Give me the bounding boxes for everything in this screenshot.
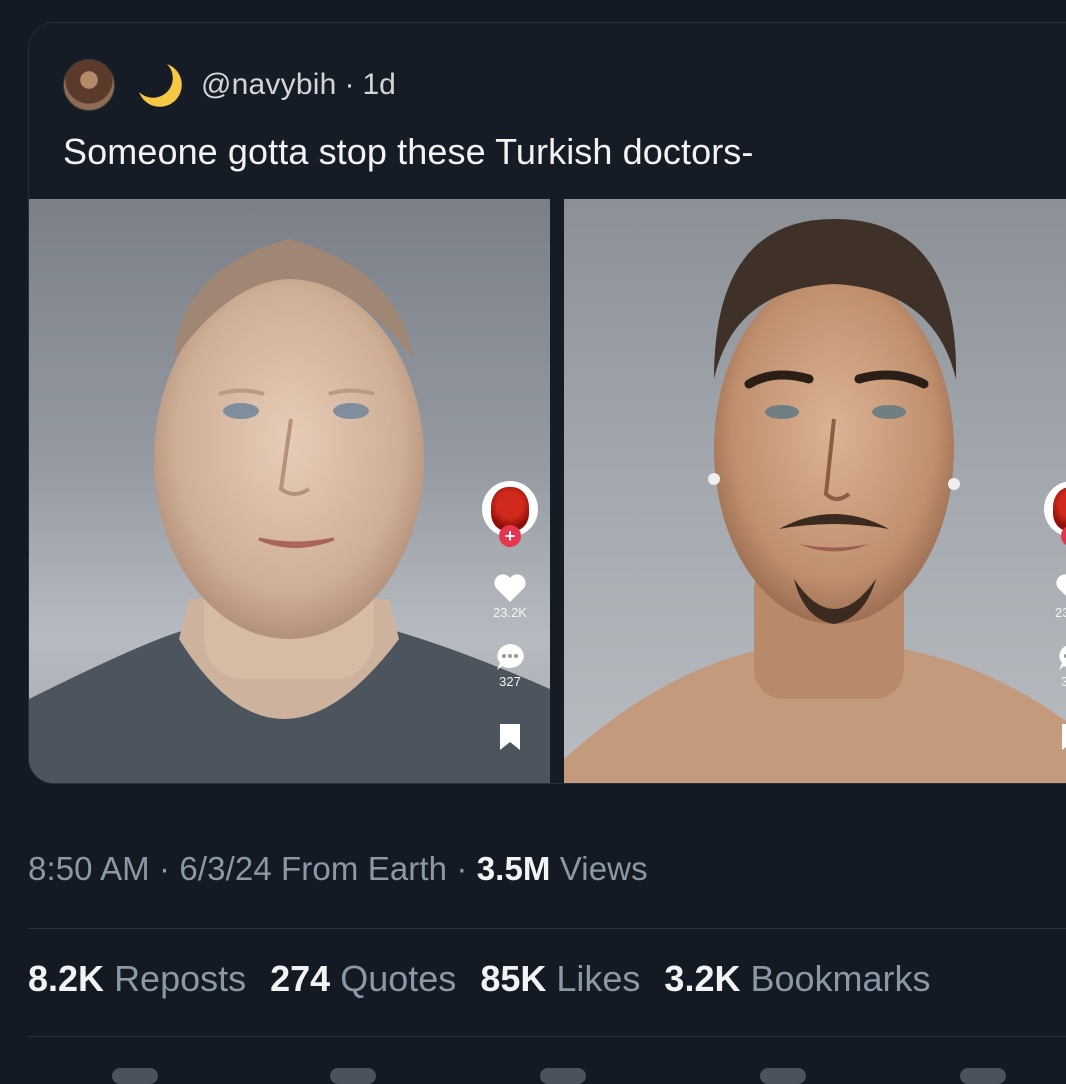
media-divider <box>550 199 564 783</box>
tweet-source: From Earth <box>271 850 448 887</box>
tweet-header: @navybih · 1d <box>63 57 396 113</box>
before-face-illustration <box>29 239 550 783</box>
creator-avatar[interactable]: + <box>1044 481 1066 547</box>
divider-line <box>28 928 1066 929</box>
comment-icon[interactable] <box>494 642 526 672</box>
comment-count: 327 <box>499 674 521 689</box>
share-icon[interactable] <box>960 1068 1006 1084</box>
creator-avatar[interactable]: + <box>482 481 538 547</box>
tweet-text: Someone gotta stop these Turkish doctors… <box>63 131 754 172</box>
crescent-moon-icon <box>131 58 185 112</box>
follow-plus-icon[interactable]: + <box>499 525 521 547</box>
tiktok-side-actions: + 23.2K 327 <box>475 481 545 751</box>
views-label: Views <box>550 850 648 887</box>
tweet-date[interactable]: 6/3/24 <box>179 850 271 887</box>
tweet-metadata: 8:50 AM · 6/3/24 From Earth · 3.5M Views <box>28 850 648 888</box>
meta-separator: · <box>447 850 477 887</box>
tweet-age[interactable]: 1d <box>362 68 395 102</box>
action-bar <box>0 1050 1066 1084</box>
quotes-stat[interactable]: 274 Quotes <box>270 958 456 1000</box>
tweet-time[interactable]: 8:50 AM <box>28 850 150 887</box>
after-face-illustration <box>564 219 1066 783</box>
divider-line <box>28 1036 1066 1037</box>
before-photo[interactable]: + 23.2K 327 <box>29 199 550 783</box>
engagement-stats: 8.2K Reposts 274 Quotes 85K Likes 3.2K B… <box>28 958 955 1000</box>
like-icon[interactable] <box>540 1068 586 1084</box>
heart-icon[interactable] <box>493 573 527 603</box>
author-handle[interactable]: @navybih <box>201 68 336 102</box>
comment-icon[interactable] <box>1056 642 1066 672</box>
bookmark-icon[interactable] <box>1060 723 1066 751</box>
meta-separator: · <box>149 850 180 887</box>
heart-icon[interactable] <box>1055 573 1066 603</box>
likes-stat[interactable]: 85K Likes <box>480 958 640 1000</box>
reply-icon[interactable] <box>112 1068 158 1084</box>
bookmark-icon[interactable] <box>498 723 522 751</box>
author-avatar[interactable] <box>63 59 115 111</box>
tweet-media[interactable]: + 23.2K 327 2 <box>29 199 1066 783</box>
reposts-stat[interactable]: 8.2K Reposts <box>28 958 246 1000</box>
bookmark-action-icon[interactable] <box>760 1068 806 1084</box>
like-count: 23.2K <box>493 605 527 620</box>
like-count: 23.2K <box>1055 605 1066 620</box>
after-photo[interactable]: + 23.2K 327 <box>564 199 1066 783</box>
bookmarks-stat[interactable]: 3.2K Bookmarks <box>664 958 930 1000</box>
repost-icon[interactable] <box>330 1068 376 1084</box>
header-separator: · <box>344 68 355 101</box>
views-count: 3.5M <box>476 850 551 887</box>
tiktok-side-actions: + 23.2K 327 <box>1037 481 1066 751</box>
quoted-tweet-card[interactable]: @navybih · 1d Someone gotta stop these T… <box>28 22 1066 784</box>
comment-count: 327 <box>1061 674 1066 689</box>
